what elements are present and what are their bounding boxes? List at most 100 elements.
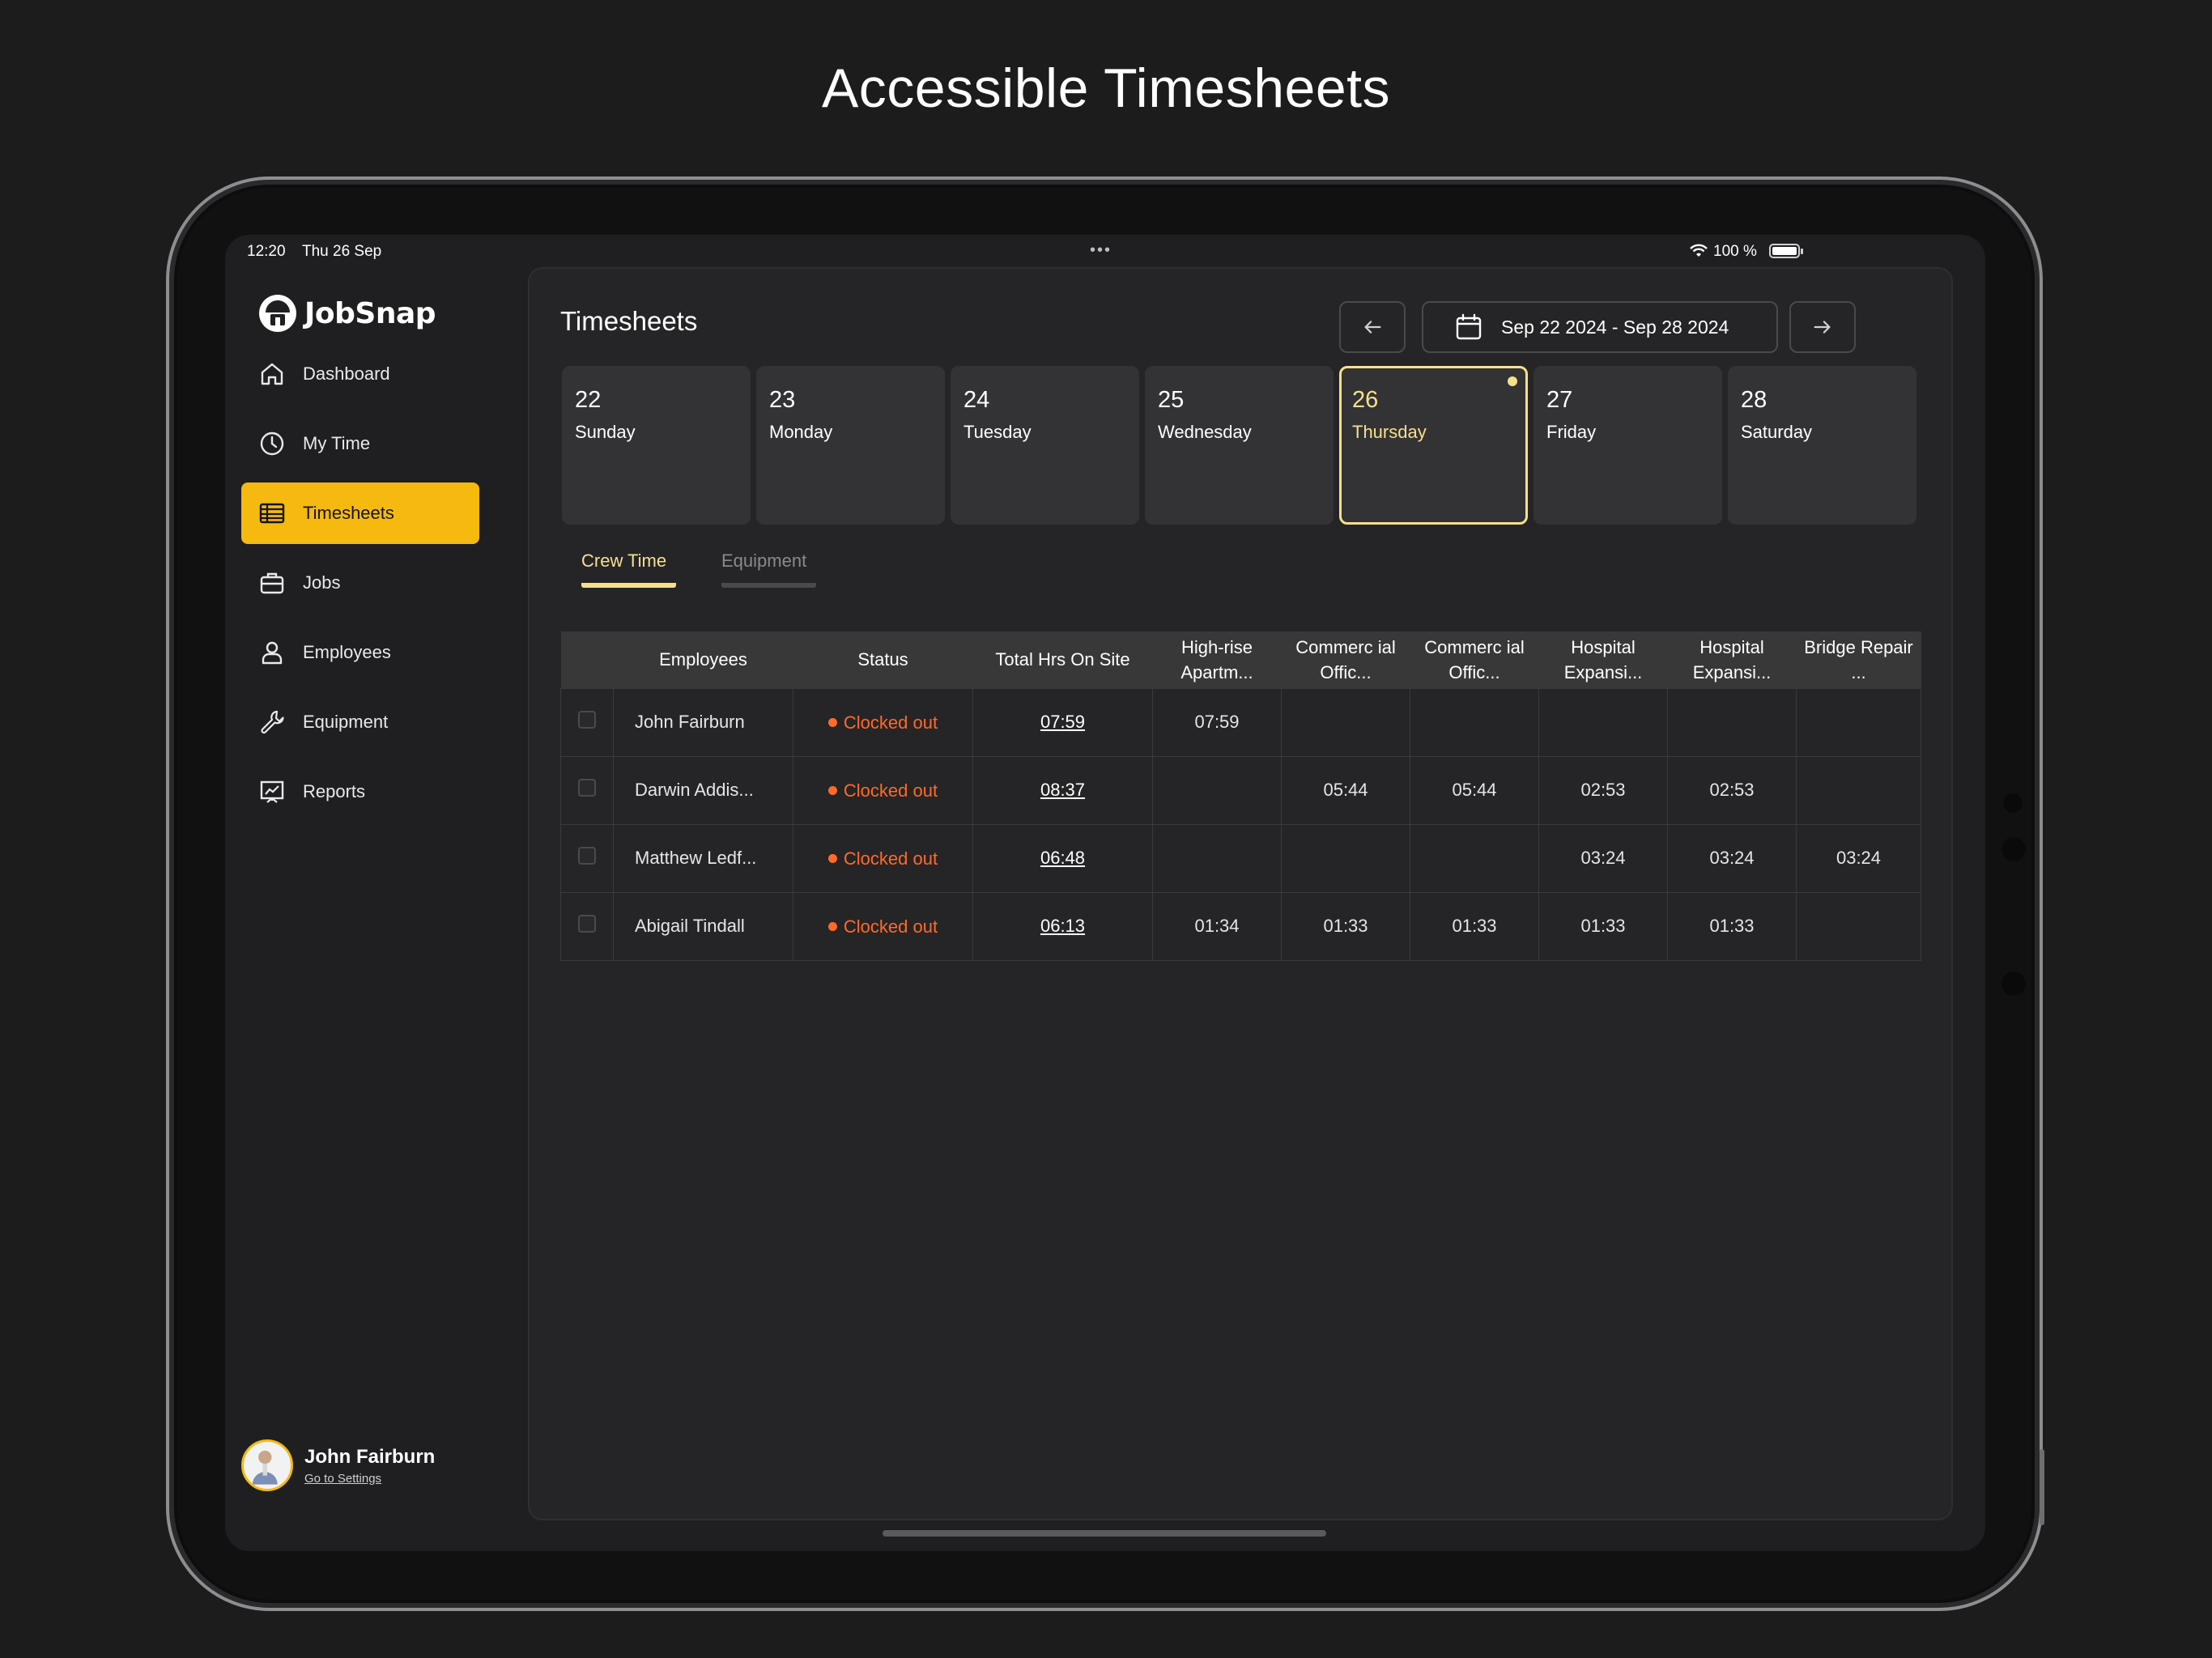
battery-icon bbox=[1769, 244, 1803, 258]
sidebar-item-employees[interactable]: Employees bbox=[241, 622, 479, 683]
day-name: Sunday bbox=[575, 422, 636, 442]
wrench-icon bbox=[261, 710, 284, 734]
app-name: JobSnap bbox=[304, 296, 436, 330]
day-name: Monday bbox=[769, 422, 833, 442]
sidebar-item-equipment[interactable]: Equipment bbox=[241, 691, 479, 753]
section-title: Timesheets bbox=[560, 306, 698, 336]
tab-crew-time[interactable]: Crew Time bbox=[581, 551, 676, 588]
table-row[interactable]: John Fairburn Clocked out 07:59 07:59 bbox=[560, 687, 1921, 757]
tab-equipment[interactable]: Equipment bbox=[721, 551, 816, 588]
sidebar-item-label: Jobs bbox=[303, 572, 341, 593]
employee-name: Matthew Ledf... bbox=[613, 823, 793, 893]
settings-link[interactable]: Go to Settings bbox=[304, 1472, 435, 1486]
sidebar-item-label: Timesheets bbox=[303, 503, 394, 523]
job-hours-cell bbox=[1667, 687, 1797, 757]
battery-percent: 100 % bbox=[1713, 243, 1757, 260]
column-header[interactable]: Employees bbox=[613, 631, 793, 688]
column-header[interactable]: Hospital Expansi... bbox=[1538, 631, 1668, 688]
column-header[interactable]: High-rise Apartm... bbox=[1152, 631, 1282, 688]
status-dot-icon bbox=[827, 854, 837, 864]
person-icon bbox=[262, 641, 283, 665]
status-date: Thu 26 Sep bbox=[302, 243, 382, 260]
table-row[interactable]: Abigail Tindall Clocked out 06:13 01:34 … bbox=[560, 891, 1921, 961]
job-hours-cell: 02:53 bbox=[1538, 755, 1668, 825]
sidebar-item-label: My Time bbox=[303, 433, 371, 453]
total-hours-link[interactable]: 06:13 bbox=[1040, 916, 1085, 936]
day-card-25[interactable]: 25 Wednesday bbox=[1145, 366, 1334, 525]
job-hours-cell: 02:53 bbox=[1667, 755, 1797, 825]
status-badge: Clocked out bbox=[827, 712, 938, 733]
row-checkbox[interactable] bbox=[578, 711, 596, 729]
page-title: Accessible Timesheets bbox=[821, 57, 1391, 119]
column-header[interactable]: Hospital Expansi... bbox=[1667, 631, 1797, 688]
job-hours-cell: 01:33 bbox=[1667, 891, 1797, 961]
job-hours-cell: 05:44 bbox=[1281, 755, 1410, 825]
user-profile[interactable]: John Fairburn Go to Settings bbox=[241, 1439, 435, 1491]
row-checkbox[interactable] bbox=[578, 779, 596, 797]
job-hours-cell: 07:59 bbox=[1152, 687, 1282, 757]
day-card-27[interactable]: 27 Friday bbox=[1534, 366, 1722, 525]
home-indicator[interactable] bbox=[883, 1530, 1326, 1537]
app-logo[interactable]: JobSnap bbox=[259, 295, 436, 332]
day-number: 27 bbox=[1546, 387, 1573, 413]
column-header[interactable]: Bridge Repair ... bbox=[1796, 631, 1921, 688]
column-header[interactable]: Commerc ial Offic... bbox=[1281, 631, 1410, 688]
day-card-23[interactable]: 23 Monday bbox=[756, 366, 945, 525]
table-row[interactable]: Matthew Ledf... Clocked out 06:48 03:24 … bbox=[560, 823, 1921, 893]
status-dot-icon bbox=[827, 718, 837, 728]
multitask-dots-icon[interactable]: ••• bbox=[1090, 241, 1112, 260]
total-hours-link[interactable]: 08:37 bbox=[1040, 780, 1085, 800]
column-header[interactable]: Total Hrs On Site bbox=[972, 631, 1153, 688]
sidebar-item-label: Equipment bbox=[303, 712, 389, 732]
next-week-button[interactable] bbox=[1789, 301, 1856, 353]
sidebar-item-my-time[interactable]: My Time bbox=[241, 413, 479, 474]
timesheets-panel: Timesheets Sep 22 2024 - Sep 28 2024 22 … bbox=[528, 267, 1953, 1520]
column-header[interactable]: Commerc ial Offic... bbox=[1410, 631, 1539, 688]
date-range-picker[interactable]: Sep 22 2024 - Sep 28 2024 bbox=[1422, 301, 1778, 353]
row-checkbox[interactable] bbox=[578, 915, 596, 933]
column-header[interactable]: Status bbox=[793, 631, 973, 688]
day-card-26[interactable]: 26 Thursday bbox=[1339, 366, 1528, 525]
sidebar-item-timesheets[interactable]: Timesheets bbox=[241, 483, 479, 544]
sensor-dot bbox=[2001, 971, 2026, 996]
sidebar: JobSnap Dashboard My Time Timesheets Job… bbox=[225, 267, 526, 1551]
sidebar-item-label: Employees bbox=[303, 642, 391, 662]
day-card-22[interactable]: 22 Sunday bbox=[562, 366, 751, 525]
job-hours-cell: 03:24 bbox=[1538, 823, 1668, 893]
job-hours-cell bbox=[1152, 755, 1282, 825]
select-column-header bbox=[560, 631, 614, 688]
job-hours-cell bbox=[1796, 891, 1921, 961]
total-hours-link[interactable]: 06:48 bbox=[1040, 848, 1085, 868]
day-number: 28 bbox=[1741, 387, 1767, 413]
today-indicator bbox=[1508, 376, 1517, 386]
sidebar-item-dashboard[interactable]: Dashboard bbox=[241, 343, 479, 405]
wifi-icon bbox=[1690, 244, 1708, 257]
arrow-right-icon bbox=[1814, 321, 1831, 334]
job-hours-cell bbox=[1410, 687, 1539, 757]
prev-week-button[interactable] bbox=[1339, 301, 1406, 353]
row-checkbox[interactable] bbox=[578, 847, 596, 865]
table-icon bbox=[259, 503, 285, 524]
sidebar-item-label: Dashboard bbox=[303, 363, 390, 384]
arrow-left-icon bbox=[1364, 321, 1381, 334]
sidebar-item-jobs[interactable]: Jobs bbox=[241, 552, 479, 614]
job-hours-cell: 05:44 bbox=[1410, 755, 1539, 825]
status-bar: 12:20 Thu 26 Sep ••• 100 % bbox=[225, 235, 1985, 267]
day-selector: 22 Sunday 23 Monday 24 Tuesday 25 Wednes… bbox=[562, 366, 1916, 525]
day-name: Wednesday bbox=[1158, 422, 1252, 442]
table-row[interactable]: Darwin Addis... Clocked out 08:37 05:44 … bbox=[560, 755, 1921, 825]
clock-icon bbox=[260, 432, 284, 456]
camera-lens bbox=[2001, 837, 2026, 861]
status-dot-icon bbox=[827, 786, 837, 796]
job-hours-cell bbox=[1538, 687, 1668, 757]
sidebar-item-reports[interactable]: Reports bbox=[241, 761, 479, 823]
day-card-28[interactable]: 28 Saturday bbox=[1728, 366, 1916, 525]
timesheet-table: Employees Status Total Hrs On Site High-… bbox=[560, 631, 1921, 961]
day-card-24[interactable]: 24 Tuesday bbox=[951, 366, 1139, 525]
day-name: Friday bbox=[1546, 422, 1597, 442]
day-number: 25 bbox=[1158, 387, 1185, 413]
day-number: 22 bbox=[575, 387, 602, 413]
camera-dot bbox=[2003, 793, 2023, 813]
status-time: 12:20 bbox=[247, 243, 286, 260]
total-hours-link[interactable]: 07:59 bbox=[1040, 712, 1085, 732]
